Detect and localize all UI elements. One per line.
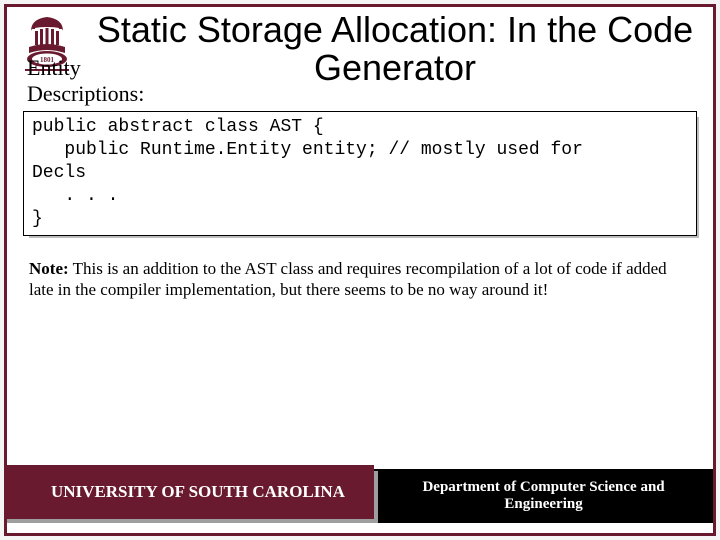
footer: UNIVERSITY OF SOUTH CAROLINA Department …	[7, 465, 713, 523]
code-block: public abstract class AST { public Runti…	[23, 111, 697, 236]
code-content: public abstract class AST { public Runti…	[23, 111, 697, 236]
slide-frame: 1801 Static Storage Allocation: In the C…	[4, 4, 716, 536]
note-label: Note:	[29, 259, 69, 278]
slide-title: Static Storage Allocation: In the Code G…	[87, 7, 713, 87]
header: 1801 Static Storage Allocation: In the C…	[7, 7, 713, 87]
subhead-line2: Descriptions:	[27, 81, 144, 106]
note-paragraph: Note: This is an addition to the AST cla…	[7, 236, 713, 301]
department-name: Department of Computer Science and Engin…	[374, 469, 713, 523]
note-body: This is an addition to the AST class and…	[29, 259, 667, 299]
footer-left-wrap: UNIVERSITY OF SOUTH CAROLINA	[7, 465, 374, 519]
university-name: UNIVERSITY OF SOUTH CAROLINA	[7, 465, 374, 519]
